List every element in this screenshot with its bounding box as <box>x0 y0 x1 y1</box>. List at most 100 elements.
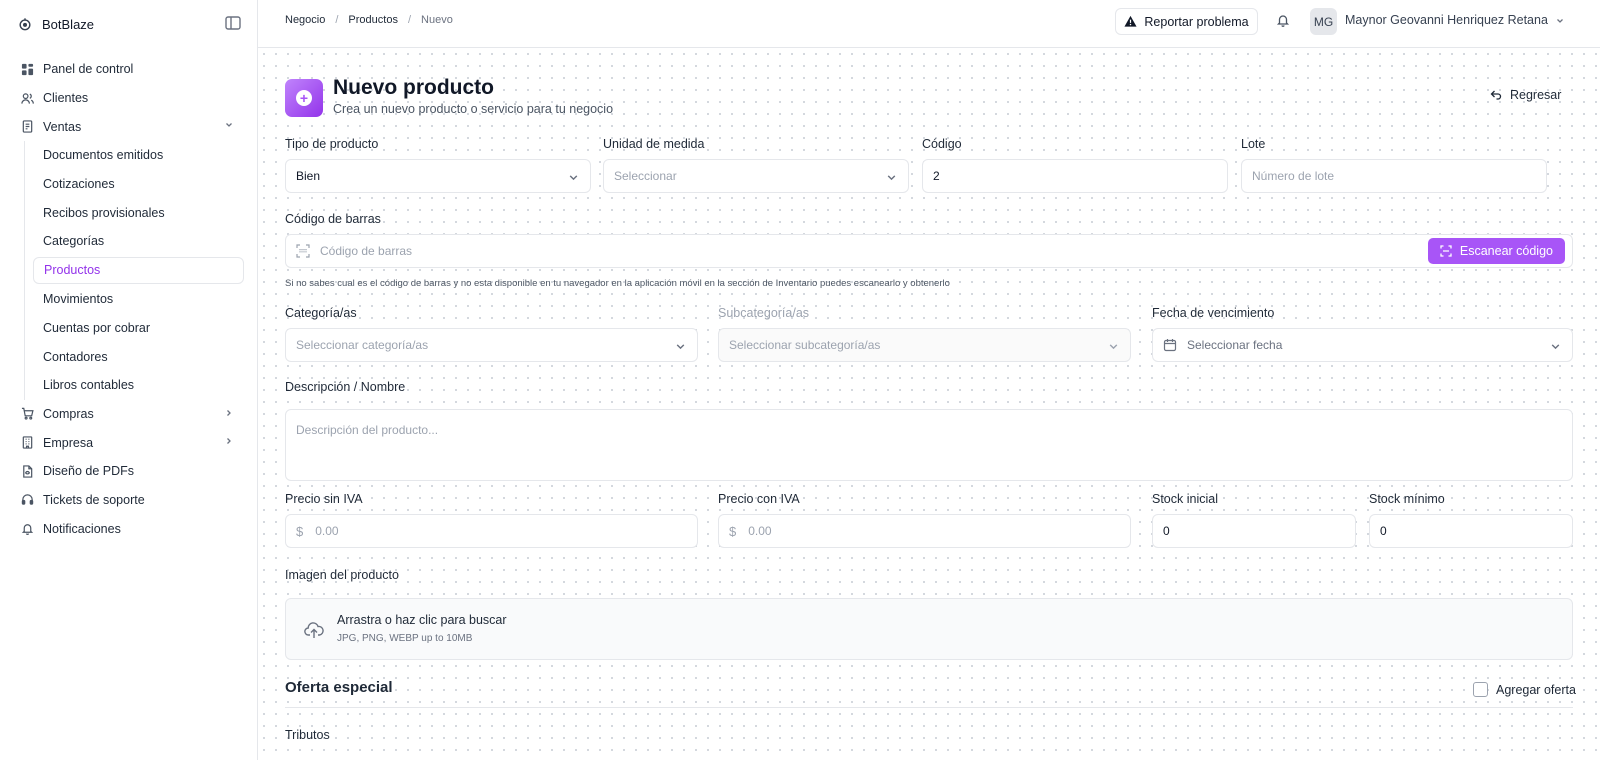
barcode-scan-icon <box>296 244 310 258</box>
brand[interactable]: BotBlaze <box>18 14 94 34</box>
tributos-label: Tributos <box>285 728 330 742</box>
app-name: BotBlaze <box>42 16 95 32</box>
codigo-label: Código <box>922 137 962 151</box>
sidebar-item-label: Tickets de soporte <box>43 492 145 507</box>
unidad-placeholder: Seleccionar <box>614 169 677 183</box>
checkbox-box[interactable] <box>1473 682 1488 697</box>
dropzone-title: Arrastra o haz clic para buscar <box>337 613 507 627</box>
chevron-down-icon <box>676 344 685 350</box>
categoria-label: Categoría/as <box>285 306 357 320</box>
categoria-select[interactable]: Seleccionar categoría/as <box>285 328 698 362</box>
back-button[interactable]: Regresar <box>1490 88 1561 102</box>
warning-icon <box>1124 15 1137 27</box>
chevron-down-icon <box>569 175 578 181</box>
user-name[interactable]: Maynor Geovanni Henriquez Retana <box>1345 13 1548 27</box>
sidebar-toggle-icon[interactable] <box>225 16 241 30</box>
notifications-bell-icon[interactable] <box>1276 13 1290 27</box>
sidebar-item-compras[interactable]: Compras <box>0 400 258 429</box>
precio-con-input[interactable]: $ 0.00 <box>718 514 1131 548</box>
sidebar-subitem-libros[interactable]: Libros contables <box>25 371 258 400</box>
subcategoria-label: Subcategoría/as <box>718 306 810 320</box>
pdf-icon <box>20 464 34 478</box>
lote-placeholder: Número de lote <box>1252 169 1335 183</box>
sidebar-subitem-contadores[interactable]: Contadores <box>25 342 258 371</box>
bell-icon <box>20 522 34 536</box>
report-problem-button[interactable]: Reportar problema <box>1115 8 1258 35</box>
tipo-value: Bien <box>296 169 321 183</box>
sidebar-item-label: Ventas <box>43 119 82 134</box>
unidad-select[interactable]: Seleccionar <box>603 159 909 193</box>
sidebar-item-label: Panel de control <box>43 62 134 77</box>
stock-minimo-label: Stock mínimo <box>1369 492 1445 506</box>
tipo-select[interactable]: Bien <box>285 159 591 193</box>
dollar-icon: $ <box>729 523 737 539</box>
chevron-right-icon <box>227 409 231 416</box>
sidebar-item-clientes[interactable]: Clientes <box>0 84 258 113</box>
lote-label: Lote <box>1241 137 1266 151</box>
sidebar-item-label: Empresa <box>43 435 94 450</box>
cart-icon <box>20 407 34 421</box>
ventas-submenu: Documentos emitidos Cotizaciones Recibos… <box>24 141 258 400</box>
chevron-down-icon <box>887 175 896 181</box>
sidebar-subitem-cotizaciones[interactable]: Cotizaciones <box>25 170 258 199</box>
codigo-input[interactable]: 2 <box>922 159 1228 193</box>
sidebar-item-tickets[interactable]: Tickets de soporte <box>0 486 258 515</box>
precio-sin-label: Precio sin IVA <box>285 492 363 506</box>
avatar[interactable]: MG <box>1310 8 1337 35</box>
subcategoria-placeholder: Seleccionar subcategoría/as <box>729 338 881 352</box>
scan-icon <box>1440 245 1452 257</box>
page-icon: + <box>285 79 323 117</box>
lote-input[interactable]: Número de lote <box>1241 159 1547 193</box>
imagen-label: Imagen del producto <box>285 568 399 582</box>
sidebar-nav: Panel de control Clientes Ventas Documen… <box>0 55 258 543</box>
report-problem-label: Reportar problema <box>1144 14 1249 29</box>
sidebar-item-ventas[interactable]: Ventas <box>0 112 258 141</box>
vencimiento-datepicker[interactable]: Seleccionar fecha <box>1152 328 1573 362</box>
sidebar-item-panel[interactable]: Panel de control <box>0 55 258 84</box>
chevron-down-icon <box>226 123 232 128</box>
vencimiento-placeholder: Seleccionar fecha <box>1187 338 1283 352</box>
receipt-icon <box>20 120 34 134</box>
scan-code-button[interactable]: Escanear código <box>1427 238 1565 264</box>
sidebar-subitem-recibos[interactable]: Recibos provisionales <box>25 198 258 227</box>
sidebar-subitem-cuentas[interactable]: Cuentas por cobrar <box>25 314 258 343</box>
descripcion-textarea[interactable]: Descripción del producto... <box>285 409 1573 481</box>
barcode-input[interactable]: Código de barras Escanear código <box>285 234 1573 268</box>
sidebar-item-notificaciones[interactable]: Notificaciones <box>0 514 258 543</box>
main-content: + Nuevo producto Crea un nuevo producto … <box>258 48 1600 760</box>
breadcrumb-productos[interactable]: Productos <box>348 14 398 26</box>
sidebar-item-pdfs[interactable]: Diseño de PDFs <box>0 457 258 486</box>
sidebar-subitem-productos[interactable]: Productos <box>33 256 244 284</box>
sidebar-item-empresa[interactable]: Empresa <box>0 428 258 457</box>
stock-inicial-label: Stock inicial <box>1152 492 1218 506</box>
users-icon <box>20 91 34 105</box>
sidebar-item-label: Notificaciones <box>43 521 121 536</box>
breadcrumb-separator: / <box>407 14 412 26</box>
divider <box>285 707 1573 708</box>
dashboard-icon <box>20 62 34 76</box>
barcode-hint: Si no sabes cual es el código de barras … <box>285 278 950 289</box>
chevron-down-icon[interactable] <box>1555 16 1565 26</box>
breadcrumb-negocio[interactable]: Negocio <box>285 14 325 26</box>
vencimiento-label: Fecha de vencimiento <box>1152 306 1275 320</box>
unidad-label: Unidad de medida <box>603 137 705 151</box>
precio-con-placeholder: 0.00 <box>748 524 772 538</box>
plus-icon: + <box>296 90 312 106</box>
breadcrumb-separator: / <box>335 14 339 26</box>
image-dropzone[interactable]: Arrastra o haz clic para buscar JPG, PNG… <box>285 598 1573 660</box>
categoria-placeholder: Seleccionar categoría/as <box>296 338 429 352</box>
stock-minimo-value: 0 <box>1380 524 1387 538</box>
sidebar-subitem-categorias[interactable]: Categorías <box>25 227 258 256</box>
codigo-value: 2 <box>933 169 940 183</box>
barras-label: Código de barras <box>285 212 381 226</box>
cloud-upload-icon <box>304 622 324 638</box>
subcategoria-select[interactable]: Seleccionar subcategoría/as <box>718 328 1131 362</box>
dropzone-subtitle: JPG, PNG, WEBP up to 10MB <box>337 633 473 644</box>
stock-inicial-input[interactable]: 0 <box>1152 514 1356 548</box>
precio-sin-input[interactable]: $ 0.00 <box>285 514 698 548</box>
stock-minimo-input[interactable]: 0 <box>1369 514 1573 548</box>
barcode-placeholder: Código de barras <box>320 244 413 258</box>
sidebar-subitem-documentos[interactable]: Documentos emitidos <box>25 141 258 170</box>
sidebar-subitem-movimientos[interactable]: Movimientos <box>25 285 258 314</box>
agregar-oferta-checkbox[interactable]: Agregar oferta <box>1473 682 1576 697</box>
